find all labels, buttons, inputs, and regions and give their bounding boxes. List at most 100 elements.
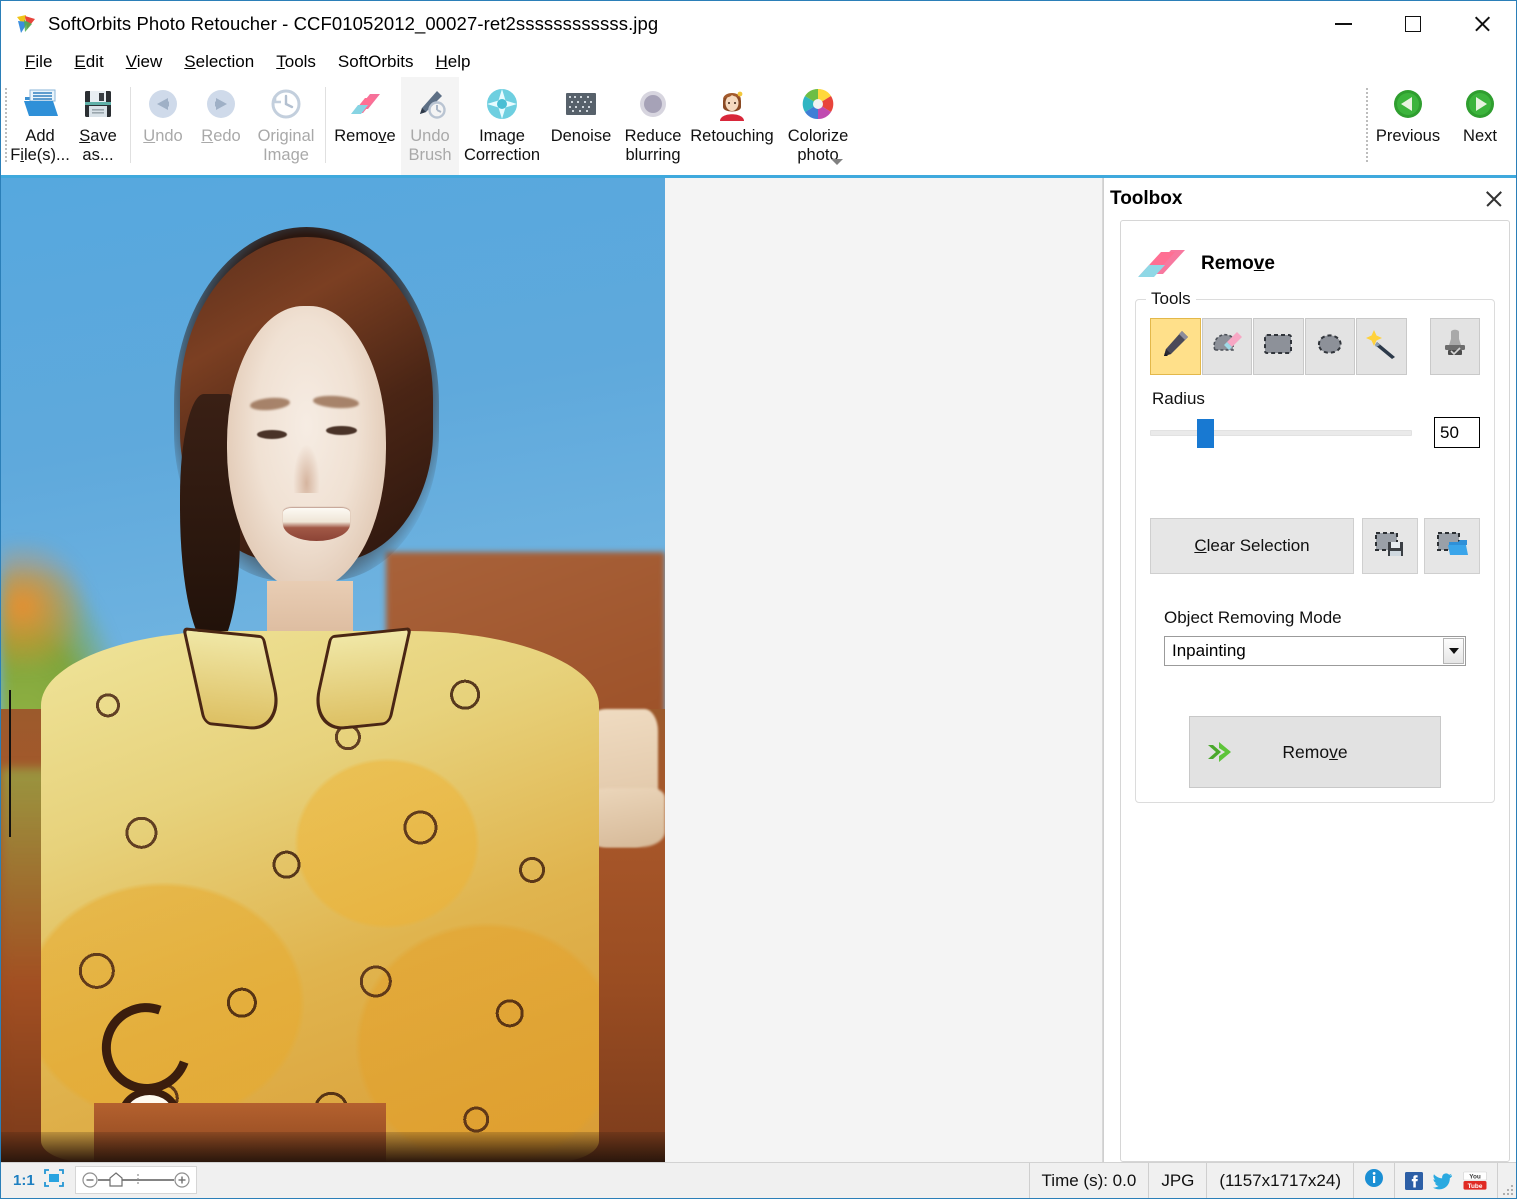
image-correction-icon — [482, 84, 522, 124]
radius-row: 50 — [1150, 417, 1480, 448]
image-canvas-area[interactable] — [1, 178, 1103, 1162]
save-as-button[interactable]: Saveas... — [69, 77, 127, 175]
radius-slider[interactable] — [1150, 422, 1412, 444]
menu-selection[interactable]: Selection — [173, 50, 265, 74]
toolbox-header: Toolbox — [1104, 178, 1516, 220]
window-controls — [1309, 1, 1516, 47]
fit-to-window-button[interactable] — [41, 1163, 75, 1198]
ribbon-group-file: AddFile(s)... Saveas... — [11, 77, 127, 175]
image-correction-button[interactable]: ImageCorrection — [459, 77, 545, 175]
image-correction-label: ImageCorrection — [464, 127, 540, 165]
radius-slider-thumb[interactable] — [1197, 419, 1214, 448]
photo-image[interactable] — [1, 178, 665, 1162]
load-selection-button[interactable] — [1424, 518, 1480, 574]
redo-button[interactable]: Redo — [192, 77, 250, 175]
reduce-blur-icon — [633, 84, 673, 124]
minimize-button[interactable] — [1309, 1, 1378, 47]
clone-stamp-tool-button[interactable] — [1430, 318, 1481, 375]
time-status: Time (s): 0.0 — [1030, 1163, 1150, 1198]
menu-view[interactable]: View — [115, 50, 174, 74]
maximize-button[interactable] — [1378, 1, 1447, 47]
close-button[interactable] — [1447, 1, 1516, 47]
photo-nose — [293, 444, 320, 493]
retouching-label: Retouching — [690, 127, 773, 146]
ribbon-toolbar: AddFile(s)... Saveas... — [1, 77, 1516, 178]
dimensions-status: (1157x1717x24) — [1207, 1163, 1354, 1198]
tools-group: Tools — [1135, 299, 1495, 803]
magic-wand-icon — [1365, 328, 1397, 365]
save-as-label: Saveas... — [79, 127, 117, 165]
youtube-icon[interactable]: You Tube — [1463, 1171, 1487, 1191]
title-bar: SoftOrbits Photo Retoucher - CCF01052012… — [1, 1, 1516, 47]
facebook-icon[interactable] — [1405, 1172, 1423, 1190]
clock-history-icon — [266, 84, 306, 124]
load-selection-icon — [1436, 530, 1468, 563]
zoom-slider[interactable] — [75, 1166, 197, 1194]
clear-selection-button[interactable]: Clear Selection — [1150, 518, 1354, 574]
undo-brush-icon — [410, 84, 450, 124]
original-image-button[interactable]: OriginalImage — [250, 77, 322, 175]
radius-label: Radius — [1152, 389, 1480, 409]
menu-file[interactable]: FFileile — [14, 50, 63, 74]
resize-grip[interactable] — [1498, 1163, 1516, 1198]
save-as-icon — [78, 84, 118, 124]
ribbon-expander-icon[interactable] — [830, 156, 844, 168]
menu-bar: FFileile Edit View Selection Tools SoftO… — [1, 47, 1516, 77]
denoise-label: Denoise — [551, 127, 612, 146]
reduce-blurring-button[interactable]: Reduceblurring — [617, 77, 689, 175]
reduce-blurring-label: Reduceblurring — [625, 127, 682, 165]
denoise-button[interactable]: Denoise — [545, 77, 617, 175]
green-double-arrow-icon — [1206, 737, 1240, 767]
remove-ribbon-label: Remove — [334, 127, 395, 146]
main-body: Toolbox Remove Tools — [1, 178, 1516, 1162]
denoise-icon — [561, 84, 601, 124]
retouching-button[interactable]: Retouching — [689, 77, 775, 175]
add-files-label: AddFile(s)... — [10, 127, 70, 165]
object-mode-select[interactable]: Inpainting — [1164, 636, 1466, 666]
info-button[interactable] — [1354, 1163, 1395, 1198]
add-files-button[interactable]: AddFile(s)... — [11, 77, 69, 175]
eraser-icon — [345, 84, 385, 124]
minimize-icon — [1335, 23, 1352, 25]
next-green-arrow-icon — [1460, 84, 1500, 124]
object-mode-value: Inpainting — [1165, 641, 1246, 661]
undo-label: Undo — [143, 127, 182, 146]
ribbon-group-navigation: Previous Next — [1362, 77, 1516, 175]
lasso-select-tool-button[interactable] — [1305, 318, 1356, 375]
remove-action-button[interactable]: Remove — [1189, 716, 1441, 788]
info-icon — [1364, 1168, 1384, 1193]
twitter-icon[interactable] — [1433, 1172, 1453, 1190]
toolbox-mode-name: Remove — [1201, 253, 1275, 275]
undo-brush-button[interactable]: UndoBrush — [401, 77, 459, 175]
radius-slider-track — [1150, 430, 1412, 436]
pencil-tool-button[interactable] — [1150, 318, 1201, 375]
ribbon-nav-grip[interactable] — [1362, 77, 1372, 175]
menu-edit[interactable]: Edit — [63, 50, 114, 74]
add-files-icon — [20, 84, 60, 124]
radius-value-input[interactable]: 50 — [1434, 417, 1480, 448]
toolbox-close-icon[interactable] — [1484, 189, 1504, 209]
zoom-ratio-label[interactable]: 1:1 — [1, 1163, 41, 1198]
menu-help[interactable]: Help — [425, 50, 482, 74]
next-button[interactable]: Next — [1444, 77, 1516, 175]
colorize-photo-button[interactable]: Colorizephoto — [775, 77, 861, 175]
window-title: SoftOrbits Photo Retoucher - CCF01052012… — [48, 13, 658, 35]
previous-button[interactable]: Previous — [1372, 77, 1444, 175]
magic-wand-tool-button[interactable] — [1356, 318, 1407, 375]
eraser-tool-button[interactable] — [1202, 318, 1253, 375]
ribbon-separator-2 — [325, 87, 326, 163]
photo-layers — [1, 178, 665, 1162]
menu-tools[interactable]: Tools — [265, 50, 327, 74]
undo-button[interactable]: Undo — [134, 77, 192, 175]
save-selection-button[interactable] — [1362, 518, 1418, 574]
toolbox-title: Toolbox — [1110, 188, 1182, 210]
save-selection-icon — [1374, 530, 1406, 563]
rect-select-tool-button[interactable] — [1253, 318, 1304, 375]
original-image-label: OriginalImage — [258, 127, 315, 165]
format-status: JPG — [1149, 1163, 1207, 1198]
menu-softorbits[interactable]: SoftOrbits — [327, 50, 425, 74]
remove-ribbon-button[interactable]: Remove — [329, 77, 401, 175]
photo-mouth — [283, 508, 349, 541]
chevron-down-icon[interactable] — [1443, 638, 1464, 664]
maximize-icon — [1405, 16, 1421, 32]
